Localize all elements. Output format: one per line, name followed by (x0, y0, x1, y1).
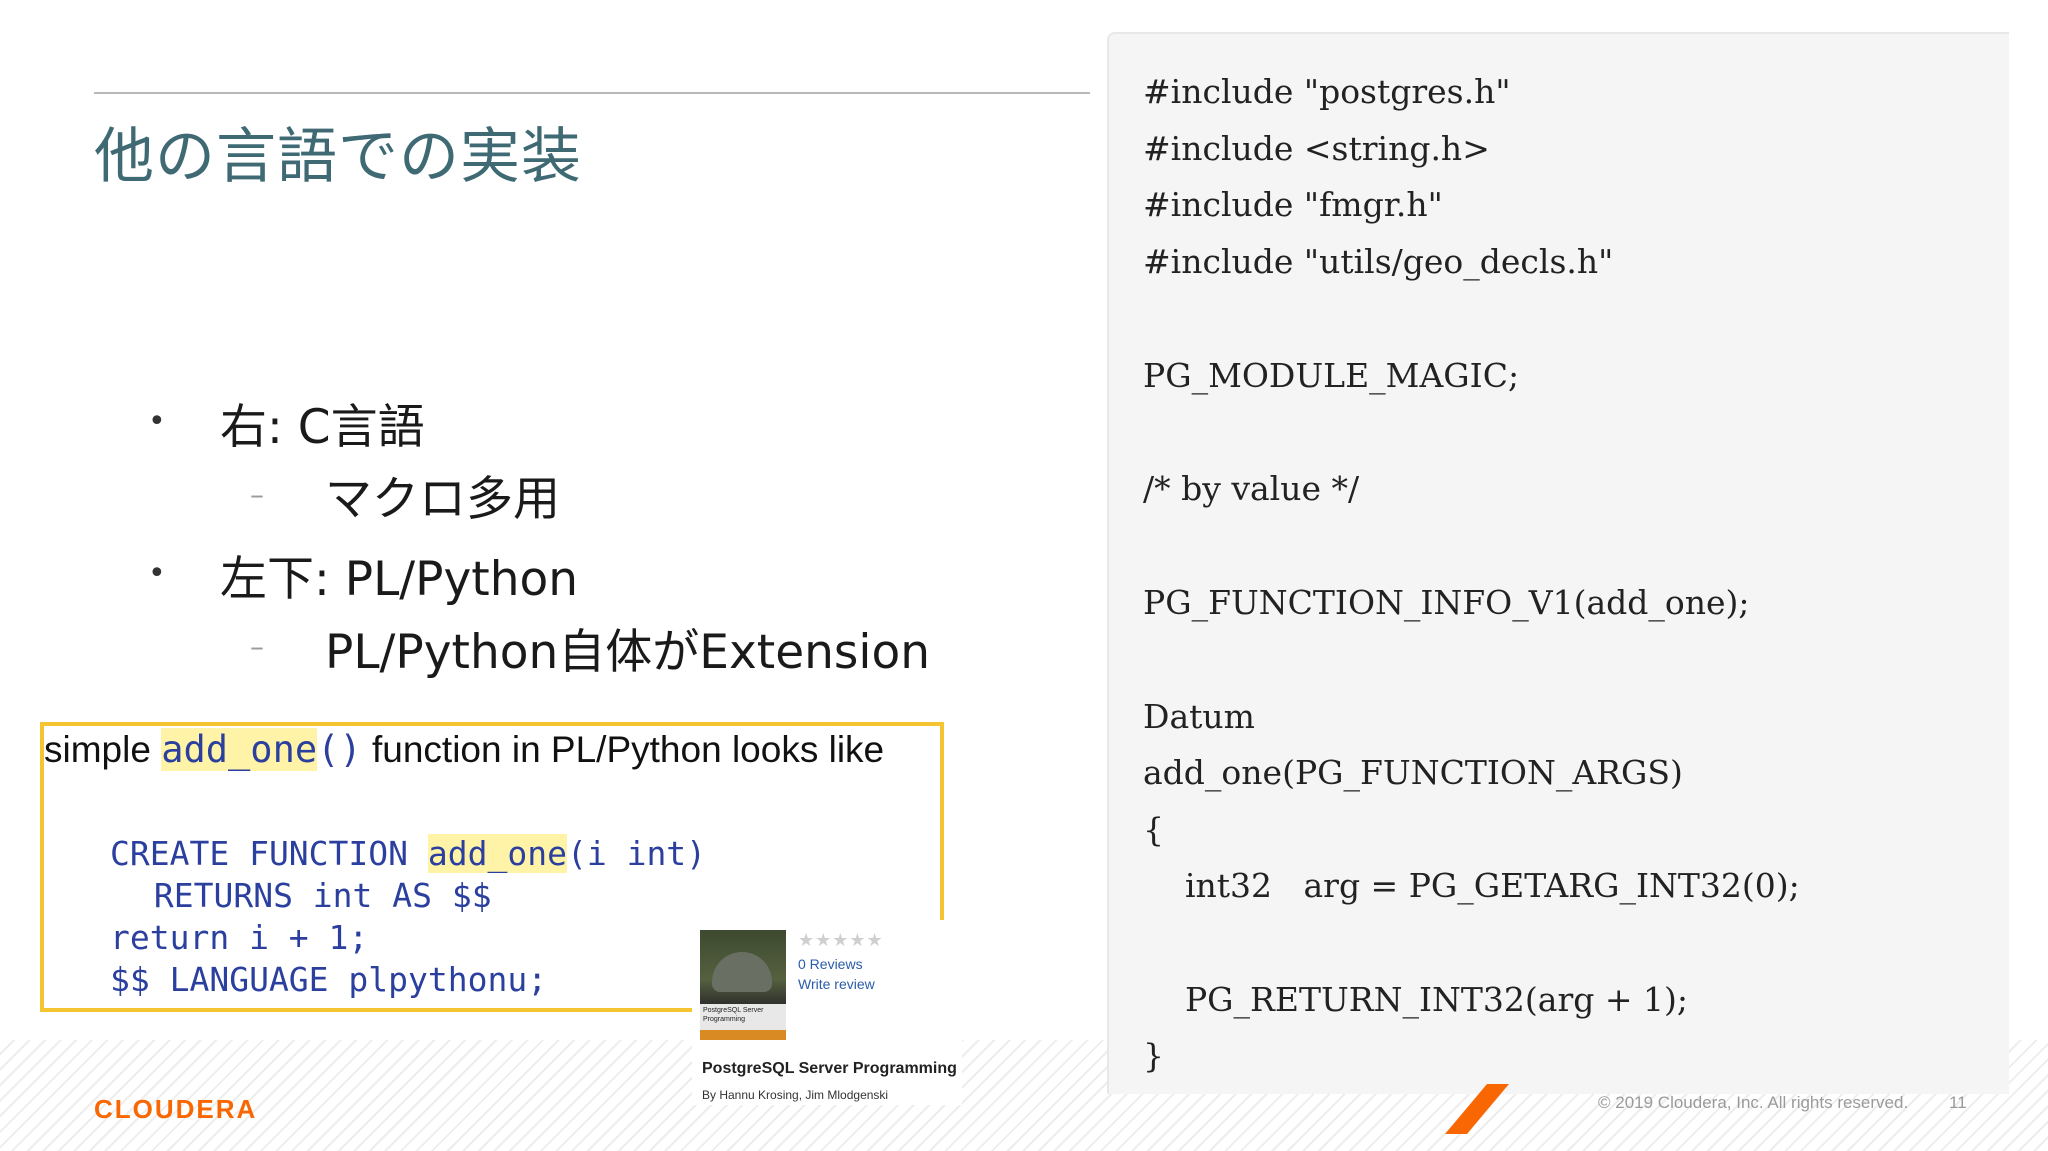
code-line: { (1143, 810, 1164, 849)
sub-bullet-1-text: マクロ多用 (325, 472, 560, 527)
page-number: 11 (1949, 1093, 1967, 1112)
reviews-link[interactable]: 0 Reviews (798, 956, 863, 972)
elephant-illustration (712, 952, 772, 992)
line1-prefix: CREATE FUNCTION (110, 834, 428, 873)
caption-parens: () (317, 728, 362, 771)
code-line: #include "postgres.h" (1143, 72, 1511, 111)
caption-func-name: add_one (161, 728, 318, 771)
code-line: PG_FUNCTION_INFO_V1(add_one); (1143, 583, 1750, 622)
bullet-2-text: 左下: PL/Python (220, 552, 579, 607)
book-cover-image[interactable]: PostgreSQL Server Programming (700, 930, 786, 1040)
pl-python-line-2: RETURNS int AS $$ (134, 876, 492, 915)
bullet-dot-1: • (148, 404, 166, 439)
book-title[interactable]: PostgreSQL Server Programming (702, 1060, 957, 1078)
cover-stripe (700, 1030, 786, 1040)
sub-bullet-dash-1: – (250, 478, 264, 511)
pl-python-line-4: $$ LANGUAGE plpythonu; (110, 960, 548, 999)
sub-bullet-2-text: PL/Python自体がExtension (325, 625, 931, 680)
pl-python-line-3: return i + 1; (110, 918, 369, 957)
bullet-1-text: 右: C言語 (220, 400, 425, 455)
cloudera-logo: CLOUDERA (94, 1094, 258, 1124)
code-line: PG_RETURN_INT32(arg + 1); (1143, 980, 1688, 1019)
code-line: } (1143, 1036, 1164, 1075)
sub-bullet-dash-2: – (250, 630, 264, 663)
code-line: #include "fmgr.h" (1143, 185, 1443, 224)
bullet-list: • 右: C言語 – マクロ多用 • 左下: PL/Python – PL/Py… (0, 0, 1000, 700)
code-line: Datum (1143, 697, 1255, 736)
book-authors: By Hannu Krosing, Jim Mlodgenski (702, 1088, 889, 1102)
line1-suffix: (i int) (566, 834, 707, 873)
book-card[interactable]: PostgreSQL Server Programming ★★★★★ 0 Re… (692, 920, 962, 1105)
code-line: #include <string.h> (1143, 129, 1490, 168)
caption-pre: simple (44, 729, 162, 770)
line1-func-name: add_one (427, 834, 567, 873)
bullet-dot-2: • (148, 556, 166, 591)
pl-python-caption: simple add_one() function in PL/Python l… (44, 728, 884, 771)
copyright-text: © 2019 Cloudera, Inc. All rights reserve… (1598, 1093, 1909, 1112)
write-review-link[interactable]: Write review (798, 976, 875, 992)
rating-stars-icon[interactable]: ★★★★★ (798, 930, 884, 951)
code-line: PG_MODULE_MAGIC; (1143, 356, 1520, 395)
cover-title: PostgreSQL Server Programming (700, 1004, 786, 1030)
code-line: /* by value */ (1143, 469, 1360, 508)
code-line: add_one(PG_FUNCTION_ARGS) (1143, 753, 1683, 792)
caption-post: function in PL/Python looks like (361, 729, 885, 770)
pl-python-line-1: CREATE FUNCTION add_one(i int) (110, 834, 706, 873)
code-line: #include "utils/geo_decls.h" (1143, 242, 1614, 281)
code-line: int32 arg = PG_GETARG_INT32(0); (1143, 866, 1800, 905)
